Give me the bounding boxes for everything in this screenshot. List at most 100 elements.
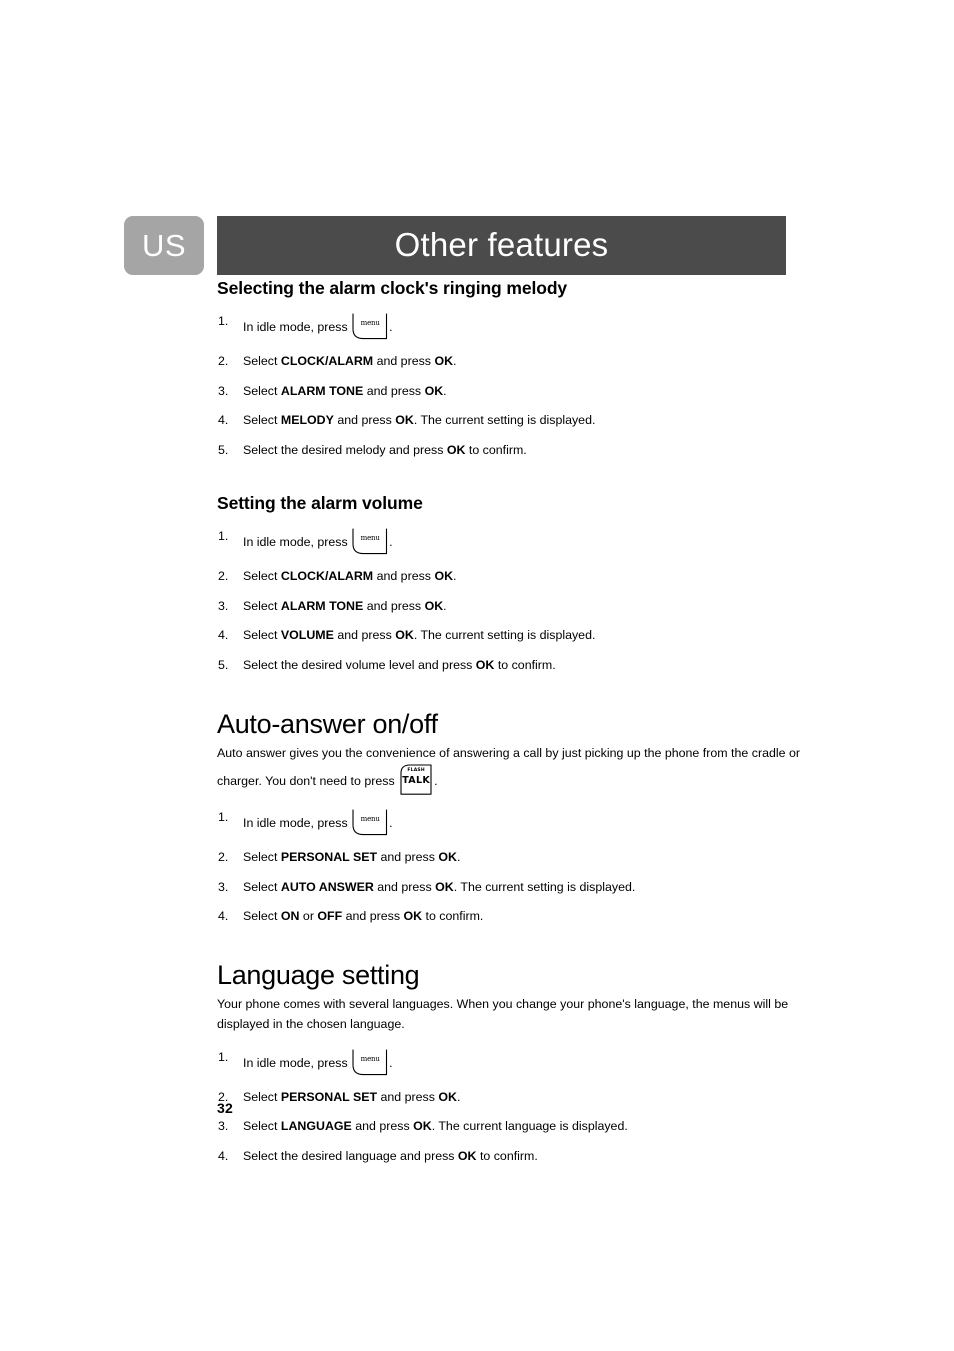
step-list-language-setting: 1. In idle mode, press menu. 2. Select PERS… xyxy=(217,1049,817,1165)
step-item: 3. Select ALARM TONE and press OK. xyxy=(217,598,817,615)
step-number: 5. xyxy=(218,658,229,673)
plain-text: Select xyxy=(243,1119,281,1134)
emphasis-text: OK xyxy=(435,879,454,894)
plain-text: . xyxy=(434,773,438,788)
page-header: US Other features xyxy=(124,216,786,275)
emphasis-text: ON xyxy=(280,909,300,924)
emphasis-text: ALARM TONE xyxy=(280,598,364,613)
step-number: 4. xyxy=(218,909,229,924)
page-number: 32 xyxy=(217,1100,233,1116)
plain-text: or xyxy=(299,909,318,924)
step-number: 3. xyxy=(218,598,229,613)
emphasis-text: OK xyxy=(457,1149,477,1164)
emphasis-text: OK xyxy=(424,598,444,613)
emphasis-text: OFF xyxy=(317,909,343,924)
step-text: Select PERSONAL SET and press OK. xyxy=(243,850,460,864)
step-item: 4. Select the desired language and press … xyxy=(217,1148,817,1165)
plain-text: Select xyxy=(243,879,281,894)
plain-text: In idle mode, press xyxy=(243,815,352,830)
step-text: Select VOLUME and press OK. The current … xyxy=(243,628,595,642)
menu-key-icon: menu xyxy=(352,809,388,836)
step-list-alarm-melody: 1. In idle mode, press menu. 2. Select CLOC… xyxy=(217,313,817,459)
emphasis-text: OK xyxy=(395,628,414,643)
plain-text: to confirm. xyxy=(422,909,484,924)
plain-text: and press xyxy=(373,354,435,368)
talk-key-flash-label: FLASH xyxy=(407,767,425,773)
plain-text: Select xyxy=(243,598,281,613)
plain-text: and press xyxy=(363,383,425,398)
step-number: 3. xyxy=(218,879,229,894)
step-text: Select ON or OFF and press OK to confirm… xyxy=(243,909,483,923)
plain-text: Select xyxy=(243,383,281,398)
step-text: In idle mode, press menu. xyxy=(243,1049,393,1075)
chapter-title: Other features xyxy=(394,225,609,263)
plain-text: Select the desired volume level and pres… xyxy=(243,658,476,673)
emphasis-text: OK xyxy=(424,383,444,398)
plain-text: . xyxy=(456,849,461,864)
step-number: 5. xyxy=(218,443,229,458)
step-number: 1. xyxy=(218,1049,229,1064)
step-text: Select PERSONAL SET and press OK. xyxy=(243,1090,460,1104)
plain-text: Select xyxy=(243,568,281,583)
step-number: 1. xyxy=(218,528,229,543)
intro-line: displayed in the chosen language. xyxy=(217,1016,405,1031)
section-heading-alarm-volume: Setting the alarm volume xyxy=(217,492,423,513)
step-number: 4. xyxy=(218,413,229,428)
step-text: Select the desired volume level and pres… xyxy=(243,658,556,672)
plain-text: . xyxy=(389,815,393,830)
plain-text: Select xyxy=(243,909,281,924)
locale-badge-label: US xyxy=(141,228,187,263)
step-number: 3. xyxy=(218,383,229,398)
section-intro-language-setting: Your phone comes with several languages.… xyxy=(217,995,817,1035)
step-text: Select ALARM TONE and press OK. xyxy=(243,599,447,613)
plain-text: and press xyxy=(377,1089,439,1104)
step-list-alarm-volume: 1. In idle mode, press menu. 2. Select CLOC… xyxy=(217,528,817,674)
emphasis-text: OK xyxy=(434,568,454,583)
step-number: 1. xyxy=(218,314,229,328)
emphasis-text: CLOCK/ALARM xyxy=(280,568,374,583)
emphasis-text: MELODY xyxy=(280,413,334,428)
step-item: 2. Select PERSONAL SET and press OK. xyxy=(217,849,817,866)
plain-text: Select the desired melody and press xyxy=(243,443,447,458)
emphasis-text: CLOCK/ALARM xyxy=(280,354,374,368)
flash-talk-key-icon: FLASH TALK xyxy=(400,764,432,795)
plain-text: and press xyxy=(373,879,436,894)
plain-text: . xyxy=(453,354,457,368)
emphasis-text: OK xyxy=(403,909,423,924)
plain-text: to confirm. xyxy=(476,1149,538,1164)
step-text: In idle mode, press menu. xyxy=(243,809,393,835)
step-text: Select the desired melody and press OK t… xyxy=(243,443,527,457)
plain-text: . xyxy=(389,1055,393,1070)
step-text: In idle mode, press menu. xyxy=(243,313,393,340)
plain-text: and press xyxy=(342,909,404,924)
menu-key-icon: menu xyxy=(352,313,388,340)
emphasis-text: AUTO ANSWER xyxy=(280,879,374,894)
menu-key-label: menu xyxy=(360,1054,380,1063)
emphasis-text: OK xyxy=(475,658,495,673)
step-item: 2. Select CLOCK/ALARM and press OK. xyxy=(217,353,817,370)
step-item: 2. Select CLOCK/ALARM and press OK. xyxy=(217,568,817,585)
step-item: 2. Select PERSONAL SET and press OK. xyxy=(217,1089,817,1106)
plain-text: . xyxy=(389,320,393,334)
emphasis-text: OK xyxy=(395,413,414,428)
emphasis-text: OK xyxy=(438,849,457,864)
plain-text: . The current setting is displayed. xyxy=(413,413,596,428)
chapter-title-bar: Other features xyxy=(217,216,786,275)
section-heading-alarm-melody: Selecting the alarm clock's ringing melo… xyxy=(217,278,568,298)
plain-text: and press xyxy=(363,598,425,613)
section-heading-language-setting: Language setting xyxy=(217,959,420,990)
section-intro-auto-answer: Auto answer gives you the convenience of… xyxy=(217,744,817,795)
step-item: 1. In idle mode, press menu. xyxy=(217,528,817,555)
plain-text: Select xyxy=(243,849,281,864)
intro-line: Auto answer gives you the convenience of… xyxy=(217,745,801,760)
step-text: Select CLOCK/ALARM and press OK. xyxy=(243,354,456,368)
document-page: US Other features Selecting the alarm cl… xyxy=(0,0,954,1351)
emphasis-text: PERSONAL SET xyxy=(280,1089,378,1104)
step-list-auto-answer: 1. In idle mode, press menu. 2. Select PERS… xyxy=(217,809,817,925)
menu-key-icon: menu xyxy=(352,528,388,555)
talk-key-main-label: TALK xyxy=(402,774,430,786)
